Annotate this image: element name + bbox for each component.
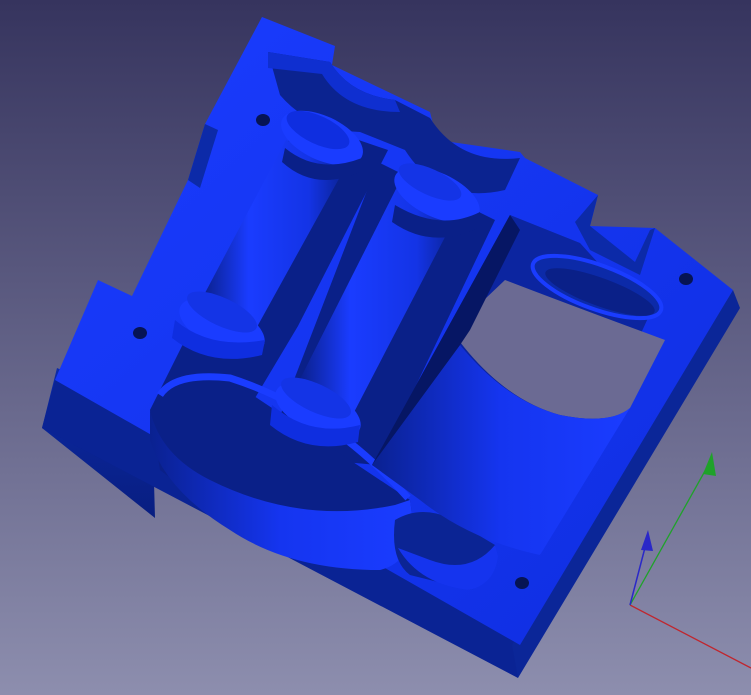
axis-triad	[629, 452, 751, 669]
y-axis-arrow-icon	[703, 452, 716, 476]
model-scene[interactable]	[0, 0, 751, 695]
mount-hole-back-left	[256, 114, 270, 126]
mount-hole-front-right	[515, 577, 529, 589]
3d-viewport[interactable]	[0, 0, 751, 695]
x-axis-line	[629, 604, 751, 669]
mount-hole-right	[679, 273, 693, 285]
y-axis-line	[629, 461, 711, 606]
housing-model[interactable]	[42, 17, 740, 678]
mount-hole-left	[133, 327, 147, 339]
z-axis-arrow-icon	[641, 530, 653, 551]
